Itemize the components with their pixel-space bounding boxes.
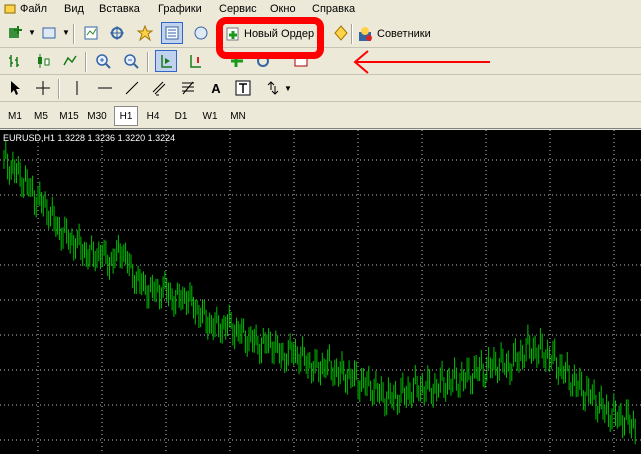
chart-shift-icon[interactable] bbox=[184, 50, 206, 72]
horizontal-line-icon[interactable] bbox=[94, 77, 116, 99]
candles-icon[interactable] bbox=[32, 50, 54, 72]
navigator-icon[interactable] bbox=[106, 22, 128, 44]
timeframe-h4[interactable]: H4 bbox=[141, 106, 165, 126]
line-chart-icon[interactable] bbox=[59, 50, 81, 72]
menu-view[interactable]: Вид bbox=[64, 3, 84, 15]
chevron-down-icon[interactable]: ▼ bbox=[284, 84, 292, 93]
terminal-icon[interactable] bbox=[161, 22, 183, 44]
experts-button[interactable]: Советники bbox=[357, 22, 431, 46]
bar-chart-icon[interactable] bbox=[4, 50, 26, 72]
arrow-annotation bbox=[353, 50, 490, 74]
menu-charts[interactable]: Графики bbox=[158, 3, 202, 15]
periodicity-toolbar: M1 M5 M15 M30 H1 H4 D1 W1 MN bbox=[0, 102, 641, 129]
zoom-out-icon[interactable] bbox=[120, 50, 142, 72]
experts-label: Советники bbox=[377, 28, 431, 40]
timeframe-w1[interactable]: W1 bbox=[198, 106, 222, 126]
menu-insert[interactable]: Вставка bbox=[99, 3, 140, 15]
timeframe-m1[interactable]: M1 bbox=[3, 106, 27, 126]
timeframe-m30[interactable]: M30 bbox=[85, 106, 109, 126]
menu-bar: Файл Вид Вставка Графики Сервис Окно Спр… bbox=[0, 0, 641, 19]
cursor-icon[interactable] bbox=[4, 77, 26, 99]
highlight-annotation bbox=[216, 17, 324, 59]
text-label-icon[interactable] bbox=[232, 77, 254, 99]
expert-icon bbox=[359, 27, 372, 41]
crosshair-icon[interactable] bbox=[32, 77, 54, 99]
text-icon[interactable]: A bbox=[205, 77, 227, 99]
market-watch-icon[interactable] bbox=[80, 22, 102, 44]
chart-window[interactable]: EURUSD,H1 1.3228 1.3236 1.3220 1.3224 bbox=[0, 130, 641, 454]
menu-icon bbox=[4, 3, 16, 18]
chevron-down-icon[interactable]: ▼ bbox=[62, 28, 70, 37]
favorites-icon[interactable] bbox=[134, 22, 156, 44]
menu-tools[interactable]: Сервис bbox=[219, 3, 257, 15]
arrows-icon[interactable] bbox=[262, 77, 284, 99]
trendline-icon[interactable] bbox=[121, 77, 143, 99]
menu-window[interactable]: Окно bbox=[270, 3, 296, 15]
editor-icon[interactable] bbox=[330, 22, 352, 44]
channel-icon[interactable] bbox=[148, 77, 170, 99]
timeframe-m15[interactable]: M15 bbox=[57, 106, 81, 126]
tester-icon[interactable] bbox=[190, 22, 212, 44]
chart-symbol-label: EURUSD,H1 1.3228 1.3236 1.3220 1.3224 bbox=[3, 133, 176, 143]
autoscroll-icon[interactable] bbox=[155, 50, 177, 72]
timeframe-d1[interactable]: D1 bbox=[169, 106, 193, 126]
new-chart-icon[interactable] bbox=[4, 22, 26, 44]
profiles-icon[interactable] bbox=[38, 22, 60, 44]
menu-help[interactable]: Справка bbox=[312, 3, 355, 15]
menu-file[interactable]: Файл bbox=[20, 3, 47, 15]
timeframe-mn[interactable]: MN bbox=[226, 106, 250, 126]
vertical-line-icon[interactable] bbox=[66, 77, 88, 99]
zoom-in-icon[interactable] bbox=[92, 50, 114, 72]
timeframe-m5[interactable]: M5 bbox=[29, 106, 53, 126]
fibonacci-icon[interactable] bbox=[177, 77, 199, 99]
timeframe-h1[interactable]: H1 bbox=[114, 106, 138, 126]
chevron-down-icon[interactable]: ▼ bbox=[28, 28, 36, 37]
price-chart bbox=[0, 130, 641, 454]
line-studies-toolbar: A ▼ bbox=[0, 75, 641, 102]
